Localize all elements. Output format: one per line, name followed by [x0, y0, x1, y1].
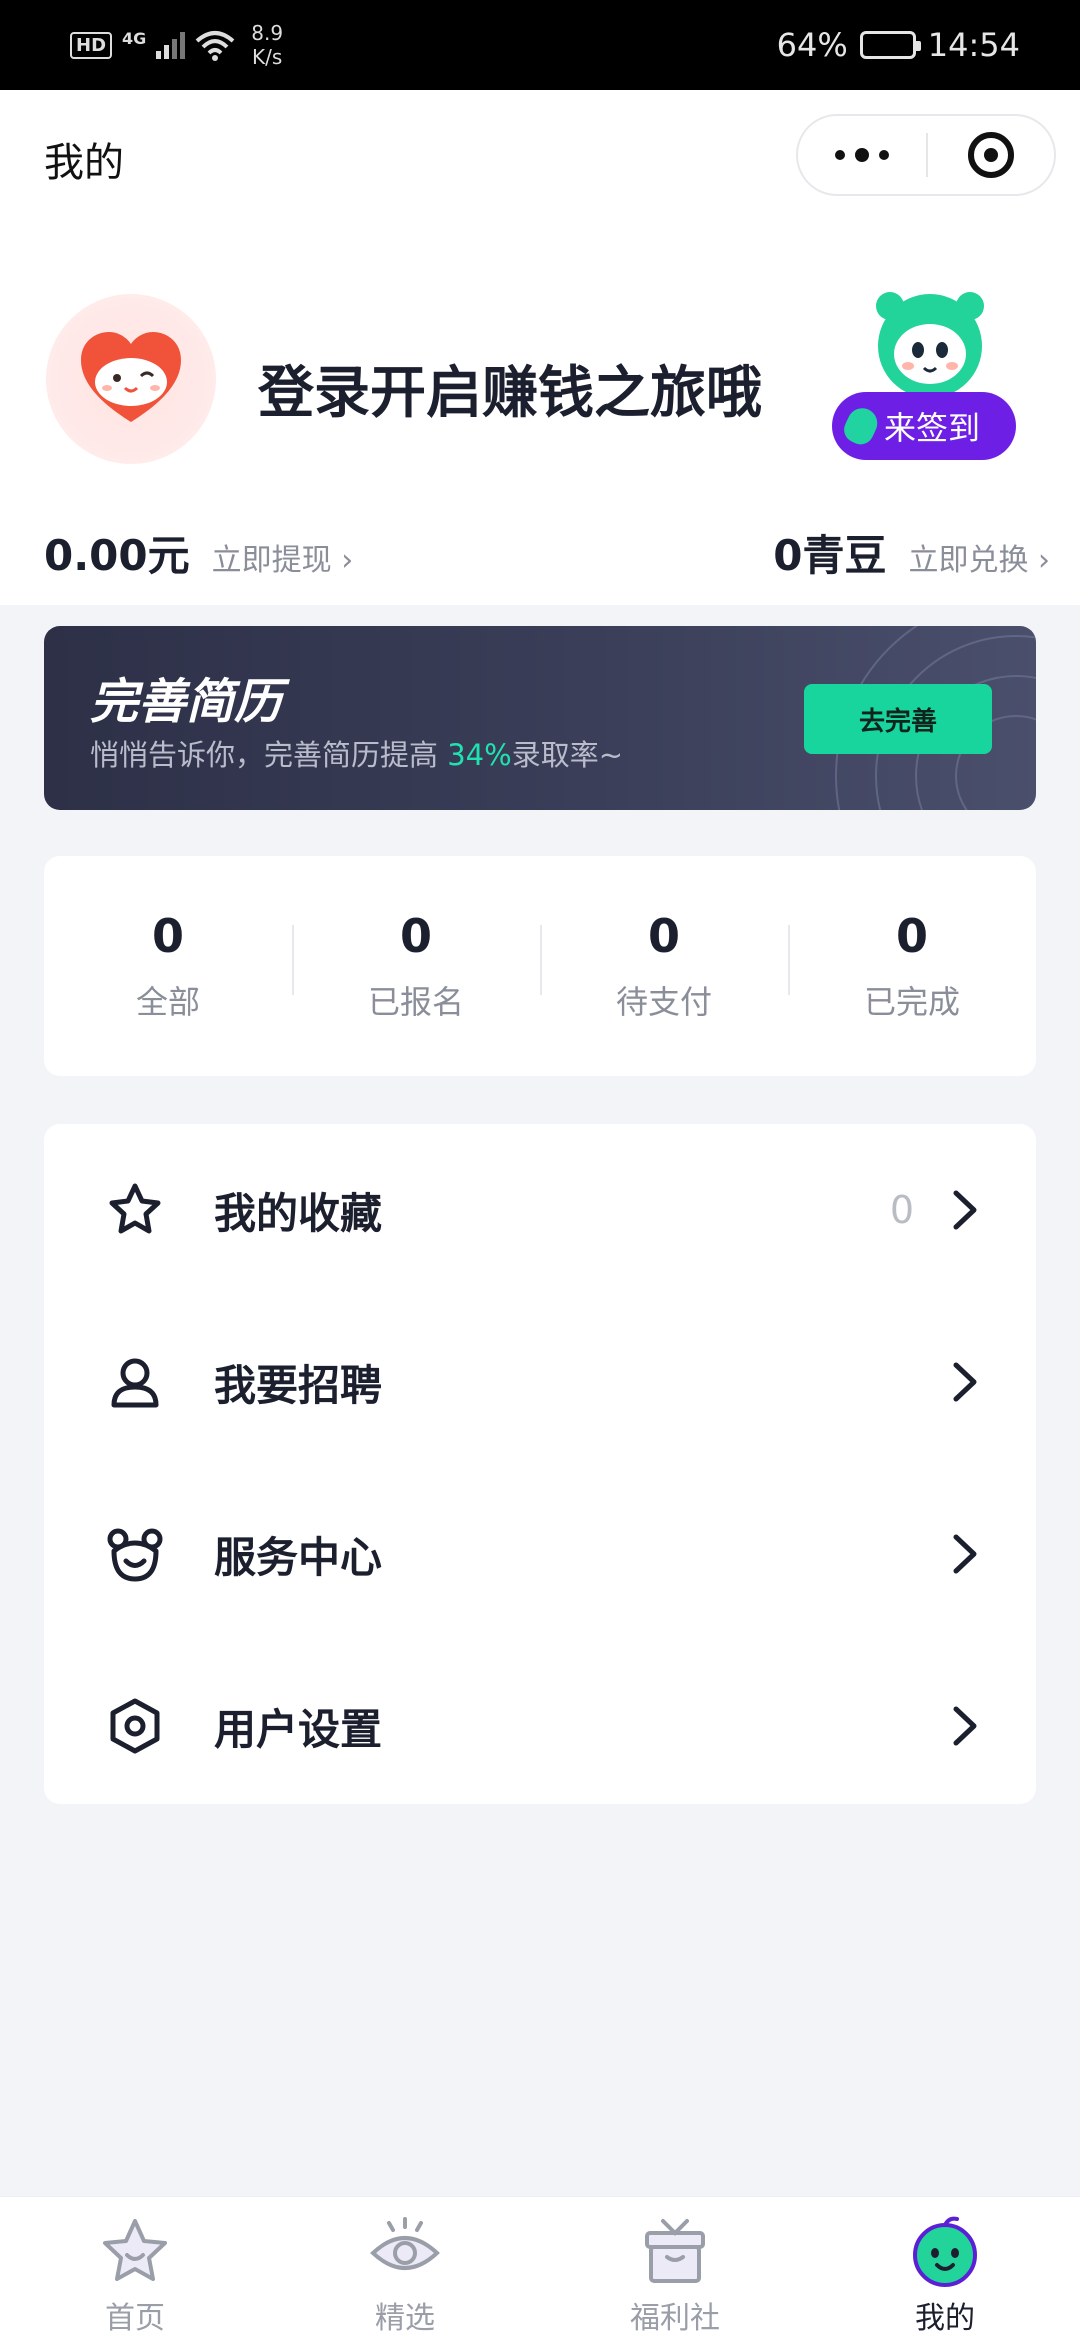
hd-badge: HD: [70, 31, 113, 59]
banner-highlight: 34%: [447, 738, 512, 772]
network-type: 4G: [122, 28, 147, 48]
person-icon: [111, 1358, 159, 1408]
stat-count: 0: [399, 909, 432, 963]
tab-label: 我的: [915, 2301, 975, 2336]
chevron-right-icon: [953, 1534, 977, 1574]
menu-item-recruit[interactable]: 我要招聘: [44, 1296, 1036, 1468]
tab-label: 福利社: [630, 2301, 720, 2336]
beans-row: 0青豆 立即兑换 ›: [773, 522, 1050, 583]
tab-label: 首页: [105, 2301, 165, 2336]
stat-label: 已报名: [367, 983, 464, 1021]
banner-subtitle-suffix: 录取率~: [511, 738, 624, 772]
menu-item-service-center[interactable]: 服务中心: [44, 1468, 1036, 1640]
stat-registered[interactable]: 0 已报名: [292, 909, 540, 1023]
chevron-right-icon: ›: [341, 543, 354, 578]
redeem-link[interactable]: 立即兑换 ›: [908, 535, 1050, 579]
login-prompt[interactable]: 登录开启赚钱之旅哦: [258, 348, 762, 429]
chevron-right-icon: ›: [1038, 543, 1050, 578]
speed-value: 8.9: [251, 21, 284, 45]
tab-featured[interactable]: 精选: [270, 2197, 540, 2340]
hexagon-settings-icon: [110, 1698, 160, 1754]
target-icon: [967, 132, 1014, 178]
status-right: 64% 14:54: [777, 26, 1020, 64]
eye-icon: [370, 2217, 440, 2270]
battery-icon: [859, 31, 921, 59]
home-star-icon: [103, 2219, 167, 2281]
bean-icon: [839, 403, 883, 449]
close-miniprogram-button[interactable]: [928, 116, 1054, 194]
withdraw-label: 立即提现: [211, 543, 332, 578]
page-title: 我的: [44, 140, 124, 186]
profile-section: 登录开启赚钱之旅哦 来签到 0.00元 立即提现 › 0青豆 立即兑换 ›: [0, 220, 1080, 605]
tab-label: 精选: [375, 2301, 435, 2336]
mascot-face-icon: [913, 2216, 977, 2287]
balance-row: 0.00元 立即提现 ›: [44, 522, 353, 583]
tab-welfare[interactable]: 福利社: [540, 2197, 810, 2340]
gift-box-icon: [645, 2219, 705, 2283]
clock: 14:54: [927, 26, 1020, 64]
order-stats: 0 全部 0 已报名 0 待支付 0 已完成: [44, 856, 1036, 1076]
nav-header: 我的: [0, 90, 1080, 220]
menu-list: 我的收藏 0 我要招聘 服务中心 用户设置: [44, 1124, 1036, 1804]
stat-pending-payment[interactable]: 0 待支付: [540, 909, 788, 1023]
status-bar: HD 4G 8.9 K/s 64% 14:54: [0, 0, 1080, 90]
stat-all[interactable]: 0 全部: [44, 909, 292, 1023]
chevron-right-icon: [953, 1362, 977, 1402]
star-icon: [109, 1183, 161, 1234]
stat-completed[interactable]: 0 已完成: [788, 909, 1036, 1023]
banner-subtitle-prefix: 悄悄告诉你，完善简历提高: [90, 738, 448, 772]
green-mascot-icon: [876, 292, 984, 398]
stat-label: 全部: [135, 983, 200, 1021]
redeem-label: 立即兑换: [908, 543, 1029, 578]
battery-percent: 64%: [776, 26, 848, 64]
withdraw-link[interactable]: 立即提现 ›: [212, 535, 354, 579]
tab-home[interactable]: 首页: [0, 2197, 270, 2340]
heart-mascot-icon: [81, 332, 181, 422]
menu-item-favorites[interactable]: 我的收藏 0: [44, 1124, 1036, 1296]
menu-label: 我要招聘: [214, 1360, 383, 1410]
balance-amount: 0.00元: [44, 531, 190, 580]
beans-amount: 0青豆: [773, 531, 887, 580]
tab-mine[interactable]: 我的: [810, 2197, 1080, 2340]
chevron-right-icon: [953, 1190, 977, 1230]
signin-button[interactable]: 来签到: [832, 392, 1016, 460]
resume-banner[interactable]: 完善简历 悄悄告诉你，完善简历提高 34%录取率~ 去完善: [44, 626, 1036, 810]
menu-item-user-settings[interactable]: 用户设置: [44, 1640, 1036, 1812]
stat-count: 0: [151, 909, 184, 963]
bear-face-icon: [107, 1528, 163, 1582]
menu-label: 我的收藏: [214, 1188, 383, 1238]
chevron-right-icon: [953, 1706, 977, 1746]
favorites-count: 0: [889, 1188, 914, 1232]
more-options-button[interactable]: [798, 116, 926, 194]
stat-count: 0: [647, 909, 680, 963]
bottom-tab-bar: 首页 精选 福利社 我的: [0, 2196, 1080, 2340]
miniprogram-capsule: [796, 114, 1056, 196]
signin-label: 来签到: [884, 409, 981, 447]
signal-icon: [156, 31, 186, 59]
stat-count: 0: [895, 909, 928, 963]
avatar[interactable]: [46, 294, 216, 464]
menu-label: 服务中心: [214, 1532, 383, 1582]
stat-label: 待支付: [615, 983, 712, 1021]
status-left: HD 4G 8.9 K/s: [70, 21, 283, 69]
net-speed: 8.9 K/s: [251, 21, 283, 69]
stat-label: 已完成: [863, 983, 960, 1021]
banner-title: 完善简历: [90, 674, 283, 730]
complete-resume-button[interactable]: 去完善: [804, 684, 992, 754]
wifi-icon: [195, 31, 235, 61]
speed-unit: K/s: [252, 45, 283, 69]
menu-label: 用户设置: [214, 1704, 383, 1754]
banner-subtitle: 悄悄告诉你，完善简历提高 34%录取率~: [90, 732, 623, 774]
